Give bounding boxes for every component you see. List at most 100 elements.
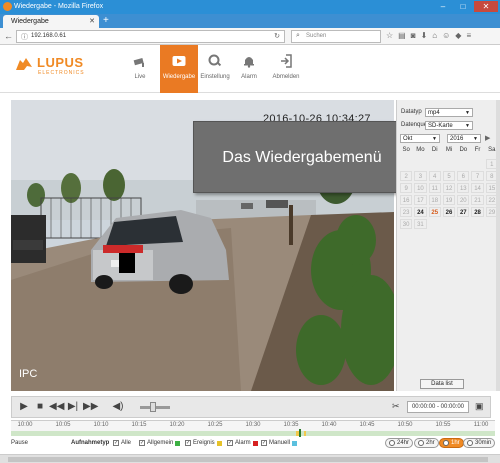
calendar-empty-cell — [414, 159, 426, 169]
calendar-day[interactable]: 21 — [471, 195, 484, 205]
recording-legend: Pause Aufnahmetyp ✓ Alle ✓ Allgemein ✓ E… — [11, 438, 496, 450]
calendar-day[interactable]: 19 — [442, 195, 456, 205]
data-list-button[interactable]: Data list — [420, 379, 464, 389]
calendar-day[interactable]: 13 — [457, 183, 470, 193]
legend-item-ereignis[interactable]: ✓ Ereignis — [185, 440, 222, 446]
calendar-day[interactable]: 20 — [457, 195, 470, 205]
pause-label: Pause — [11, 440, 29, 446]
month-select[interactable]: Okt ▼ — [400, 134, 440, 143]
timeline-tick-label: 10:05 — [55, 422, 71, 428]
zoom-label: 1hr — [451, 440, 460, 446]
search-placeholder: Suchen — [306, 33, 327, 39]
tab-close-icon[interactable]: ✕ — [89, 17, 95, 25]
year-select[interactable]: 2016 ▼ — [447, 134, 481, 143]
stop-icon[interactable]: ■ — [34, 401, 46, 413]
reading-list-icon[interactable]: ▤ — [398, 31, 406, 40]
vertical-scrollbar[interactable] — [496, 100, 500, 391]
addon-icon[interactable]: ◆ — [455, 31, 461, 40]
zoom-radio-icon — [443, 440, 449, 446]
camera-label: IPC — [19, 368, 38, 380]
zoom-2hr-button[interactable]: 2hr — [414, 438, 439, 448]
pocket-icon[interactable]: ◙ — [411, 31, 416, 40]
nav-alarm[interactable]: Alarm — [230, 45, 268, 93]
horizontal-scrollbar[interactable] — [0, 454, 500, 463]
calendar-day[interactable]: 27 — [457, 207, 470, 217]
timeline-recording-bar[interactable] — [11, 431, 495, 436]
calendar-day[interactable]: 5 — [442, 171, 456, 181]
zoom-24hr-button[interactable]: 24hr — [385, 438, 414, 448]
calendar-day[interactable]: 28 — [471, 207, 484, 217]
calendar-day[interactable]: 10 — [414, 183, 427, 193]
legend-item-alle[interactable]: ✓ Alle — [113, 440, 131, 446]
checkbox[interactable]: ✓ — [227, 440, 233, 446]
nav-wiedergabe[interactable]: Wiedergabe — [160, 45, 198, 93]
calendar-day[interactable]: 30 — [400, 219, 413, 229]
back-icon[interactable]: ← — [4, 31, 13, 41]
maximize-icon[interactable]: □ — [454, 1, 472, 12]
checkbox[interactable]: ✓ — [139, 440, 145, 446]
reload-icon[interactable]: ↻ — [274, 32, 280, 40]
scissors-icon[interactable]: ✂ — [392, 401, 404, 413]
tutorial-overlay-label: Das Wiedergabemenü — [193, 121, 411, 193]
search-input[interactable]: ⌕ Suchen — [291, 30, 381, 43]
calendar-day[interactable]: 7 — [471, 171, 484, 181]
calendar-day[interactable]: 12 — [442, 183, 456, 193]
save-icon[interactable]: ▣ — [475, 401, 487, 413]
new-tab-icon[interactable]: + — [103, 15, 109, 27]
download-icon[interactable]: ⬇ — [421, 31, 428, 40]
bookmark-star-icon[interactable]: ☆ — [386, 31, 393, 40]
timeline-tick-label: 10:10 — [93, 422, 109, 428]
url-bar[interactable]: ⓘ 192.168.0.61 ↻ — [16, 30, 285, 43]
nav-abmelden[interactable]: Abmelden — [267, 45, 305, 93]
zoom-radio-icon — [467, 440, 473, 446]
menu-icon[interactable]: ≡ — [466, 31, 471, 40]
calendar-day[interactable]: 16 — [400, 195, 413, 205]
checkbox[interactable]: ✓ — [261, 440, 267, 446]
slow-icon[interactable]: ◀◀ — [49, 401, 64, 413]
next-month-icon[interactable]: ▶ — [485, 134, 490, 142]
browser-tab[interactable]: Wiedergabe ✕ — [3, 15, 99, 28]
fast-forward-icon[interactable]: ▶▶ — [83, 401, 98, 413]
source-select[interactable]: SD-Karte ▼ — [425, 121, 473, 130]
calendar-day[interactable]: 9 — [400, 183, 413, 193]
datatype-select[interactable]: mp4 ▼ — [425, 108, 473, 117]
calendar-day[interactable]: 14 — [471, 183, 484, 193]
recording-type-label: Aufnahmetyp — [71, 440, 110, 446]
legend-item-manuell[interactable]: ✓ Manuell — [261, 440, 298, 446]
minimize-icon[interactable]: – — [434, 1, 452, 12]
checkbox[interactable]: ✓ — [185, 440, 191, 446]
legend-item-allgemein[interactable]: ✓ Allgemein — [139, 440, 181, 446]
nav-einstellung[interactable]: Einstellung — [196, 45, 234, 93]
legend-item-alarm[interactable]: ✓ Alarm — [227, 440, 258, 446]
legend-swatch — [292, 440, 298, 446]
calendar-day[interactable]: 18 — [428, 195, 441, 205]
timeline-cursor[interactable] — [299, 429, 301, 437]
checkbox[interactable]: ✓ — [113, 440, 119, 446]
zoom-1hr-button[interactable]: 1hr — [439, 438, 464, 448]
chat-icon[interactable]: ☺ — [442, 31, 450, 40]
timeline[interactable]: 10:00 10:05 10:10 10:15 10:20 10:25 10:30 10:35… — [11, 420, 495, 437]
step-forward-icon[interactable]: ▶| — [67, 401, 79, 413]
nav-live[interactable]: Live — [121, 45, 159, 93]
site-info-icon[interactable]: ⓘ — [21, 32, 28, 42]
calendar-day[interactable]: 25 — [428, 207, 441, 217]
calendar-day[interactable]: 17 — [414, 195, 427, 205]
calendar-day[interactable]: 26 — [442, 207, 456, 217]
calendar-day[interactable]: 31 — [414, 219, 427, 229]
calendar-day[interactable]: 24 — [414, 207, 427, 217]
close-icon[interactable]: ✕ — [474, 1, 498, 12]
volume-icon[interactable]: ◀) — [112, 401, 124, 413]
scrollbar-thumb[interactable] — [8, 457, 488, 462]
zoom-30min-button[interactable]: 30min — [463, 438, 496, 448]
calendar-day[interactable]: 11 — [428, 183, 441, 193]
browser-navbar: ← ⓘ 192.168.0.61 ↻ ⌕ Suchen ☆ ▤ ◙ ⬇ ⌂ ☺ … — [0, 28, 500, 45]
calendar-day[interactable]: 2 — [400, 171, 413, 181]
calendar-day[interactable]: 23 — [400, 207, 413, 217]
calendar-day[interactable]: 3 — [414, 171, 427, 181]
volume-slider-handle[interactable] — [150, 402, 156, 412]
play-icon[interactable]: ▶ — [18, 401, 30, 413]
calendar-day[interactable]: 4 — [428, 171, 441, 181]
home-icon[interactable]: ⌂ — [432, 31, 437, 40]
calendar-day[interactable]: 6 — [457, 171, 470, 181]
calendar-weekday: Mi — [445, 147, 453, 153]
